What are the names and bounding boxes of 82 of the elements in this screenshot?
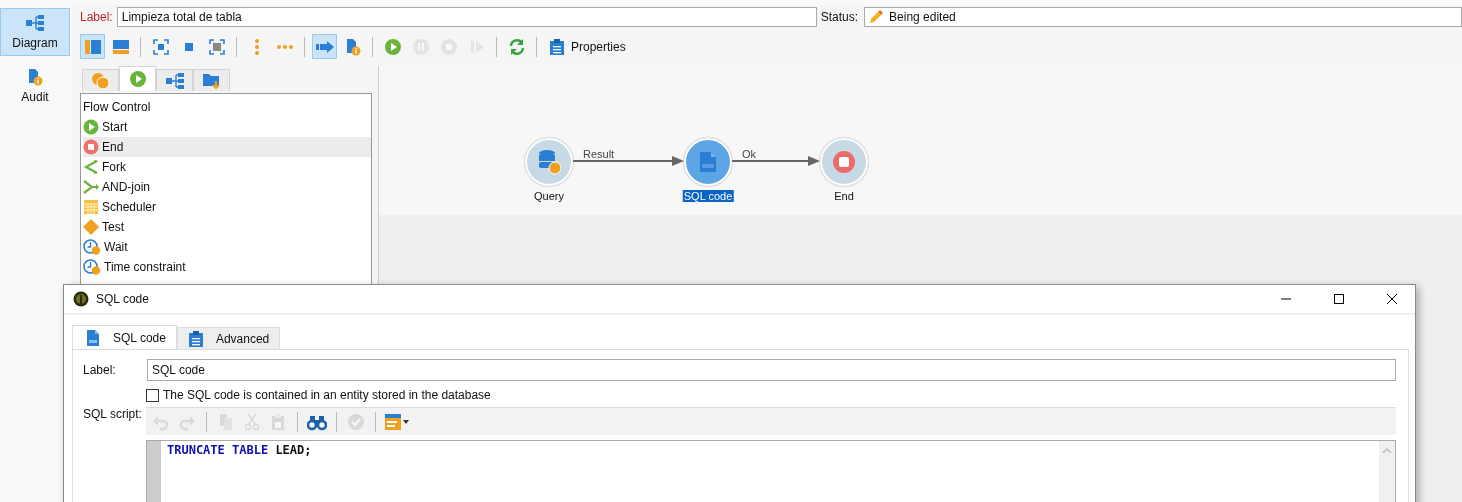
code-line: TRUNCATE TABLE LEAD; xyxy=(166,442,313,459)
label-caption: Label: xyxy=(80,10,113,24)
circles-icon xyxy=(90,71,111,90)
database-icon xyxy=(537,149,561,175)
status-field[interactable]: Being edited xyxy=(864,7,1462,27)
diagram-icon xyxy=(164,71,185,90)
sql-file-icon xyxy=(85,328,101,347)
activity-item[interactable]: Wait xyxy=(83,237,371,257)
vertical-dots-icon xyxy=(253,37,260,56)
diamond-icon xyxy=(83,219,99,235)
close-icon xyxy=(1386,293,1398,305)
dialog-tab[interactable]: SQL code xyxy=(72,325,177,349)
refresh-icon xyxy=(507,37,526,56)
activity-item[interactable]: Test xyxy=(83,217,371,237)
palette-tab[interactable] xyxy=(193,69,230,91)
activity-item[interactable]: Start xyxy=(83,117,371,137)
activity-node[interactable] xyxy=(684,138,732,186)
stop-icon xyxy=(83,139,99,155)
properties-button[interactable]: Properties xyxy=(544,34,631,59)
dialog-tab[interactable]: Advanced xyxy=(176,327,281,349)
toolbar-button[interactable] xyxy=(80,34,105,59)
scroll-up-icon xyxy=(1382,447,1392,455)
template-dropdown-icon xyxy=(384,412,410,431)
palette-tab[interactable] xyxy=(82,69,119,91)
fork-icon xyxy=(83,159,99,175)
activity-item[interactable]: Scheduler xyxy=(83,197,371,217)
group-heading: Flow Control xyxy=(83,99,152,116)
node-label: SQL code xyxy=(682,190,734,202)
scissors-icon xyxy=(244,412,260,431)
fit-selection-icon xyxy=(151,37,170,56)
label-caption: Label: xyxy=(83,363,117,377)
sql-file-icon xyxy=(699,151,717,173)
palette-tab[interactable] xyxy=(119,66,156,91)
status-value: Being edited xyxy=(889,10,956,24)
activity-item[interactable]: End xyxy=(83,137,371,157)
editor-gutter xyxy=(147,441,161,502)
sidebar-item[interactable]: Audit xyxy=(0,62,70,110)
checkbox-option[interactable]: The SQL code is contained in an entity stored in the database xyxy=(146,386,1396,404)
activity-item[interactable]: Time constraint xyxy=(83,257,371,277)
paste-icon xyxy=(270,412,286,431)
calendar-icon xyxy=(83,199,99,215)
pencil-icon xyxy=(869,10,884,24)
side-panel-layout-icon xyxy=(83,37,102,56)
check-icon xyxy=(347,412,365,431)
toolbar-button[interactable] xyxy=(312,34,337,59)
diagram-icon xyxy=(25,14,45,32)
activity-node[interactable] xyxy=(820,138,868,186)
clipboard-icon xyxy=(187,329,204,348)
activity-item[interactable]: Fork xyxy=(83,157,371,177)
status-caption: Status: xyxy=(820,10,859,24)
maximize-icon xyxy=(1333,293,1345,305)
dialog-title: SQL code xyxy=(96,292,149,306)
fit-page-icon xyxy=(207,37,226,56)
start-icon xyxy=(83,119,99,135)
clock-icon xyxy=(83,239,101,255)
app-logo-icon xyxy=(73,291,89,307)
checkbox[interactable] xyxy=(146,388,159,402)
clipboard-icon xyxy=(549,37,565,56)
copy-icon xyxy=(218,412,234,431)
transition-label: Result xyxy=(583,148,615,160)
stop-icon xyxy=(832,150,856,174)
activity-item[interactable]: AND-join xyxy=(83,177,371,197)
scrollbar[interactable] xyxy=(1379,441,1395,502)
clock-icon xyxy=(83,259,101,275)
node-label: Query xyxy=(533,190,565,202)
label-field[interactable]: Limpieza total de tabla xyxy=(116,7,817,27)
folder-icon xyxy=(201,71,222,90)
join-icon xyxy=(83,179,99,195)
document-info-icon xyxy=(26,68,44,86)
node-label: End xyxy=(833,190,855,202)
script-caption: SQL script: xyxy=(83,407,143,423)
play-icon xyxy=(383,37,402,56)
activity-node[interactable] xyxy=(525,138,573,186)
sidebar-item[interactable]: Diagram xyxy=(0,8,70,56)
palette-tab[interactable] xyxy=(156,69,193,91)
play-icon xyxy=(128,70,147,88)
horizontal-dots-icon xyxy=(275,43,294,50)
code-editor[interactable]: TRUNCATE TABLE LEAD; xyxy=(146,440,1396,502)
transition-label: Ok xyxy=(742,148,757,160)
label-field[interactable]: SQL code xyxy=(147,359,1396,381)
bottom-panel-layout-icon xyxy=(111,37,130,56)
actual-size-icon xyxy=(184,42,193,51)
